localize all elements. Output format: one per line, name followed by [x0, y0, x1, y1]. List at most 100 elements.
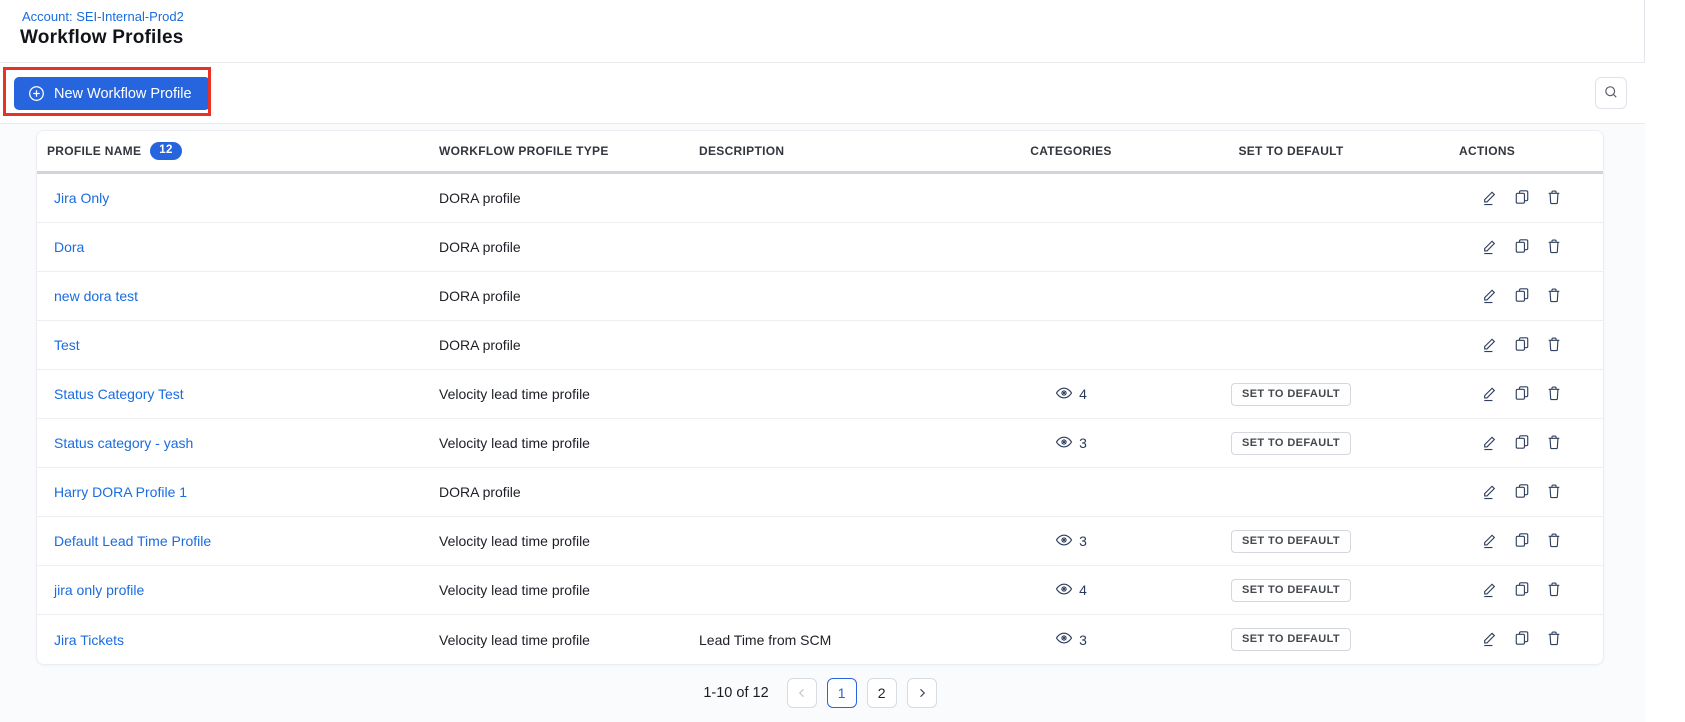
search-button[interactable]: [1595, 77, 1627, 109]
edit-button[interactable]: [1481, 335, 1499, 356]
copy-button[interactable]: [1513, 188, 1531, 209]
profile-type-cell: DORA profile: [439, 288, 699, 304]
set-default-badge[interactable]: SET TO DEFAULT: [1231, 432, 1351, 455]
copy-icon: [1513, 433, 1531, 454]
edit-button[interactable]: [1481, 629, 1499, 650]
profile-name-link[interactable]: Test: [54, 337, 80, 353]
profile-type-cell: Velocity lead time profile: [439, 386, 699, 402]
pagination-page-1-button[interactable]: 1: [827, 678, 857, 708]
delete-button[interactable]: [1545, 384, 1563, 405]
edit-pencil-icon: [1481, 482, 1499, 503]
delete-button[interactable]: [1545, 629, 1563, 650]
column-header-categories: CATEGORIES: [1001, 144, 1141, 158]
copy-button[interactable]: [1513, 335, 1531, 356]
table-row: Jira Tickets Velocity lead time profile …: [37, 615, 1603, 664]
edit-button[interactable]: [1481, 580, 1499, 601]
copy-button[interactable]: [1513, 237, 1531, 258]
edit-pencil-icon: [1481, 335, 1499, 356]
edit-button[interactable]: [1481, 384, 1499, 405]
profile-name-link[interactable]: Harry DORA Profile 1: [54, 484, 187, 500]
trash-icon: [1545, 482, 1563, 503]
profile-type-cell: Velocity lead time profile: [439, 632, 699, 648]
column-header-type: WORKFLOW PROFILE TYPE: [439, 144, 699, 158]
profile-name-link[interactable]: new dora test: [54, 288, 138, 304]
copy-button[interactable]: [1513, 433, 1531, 454]
profile-type-cell: DORA profile: [439, 484, 699, 500]
edit-button[interactable]: [1481, 237, 1499, 258]
trash-icon: [1545, 433, 1563, 454]
copy-button[interactable]: [1513, 531, 1531, 552]
categories-preview[interactable]: 3: [1055, 629, 1087, 650]
profile-name-link[interactable]: jira only profile: [54, 582, 144, 598]
delete-button[interactable]: [1545, 482, 1563, 503]
table-row: Jira Only DORA profile SET TO DEFAULT: [37, 174, 1603, 223]
trash-icon: [1545, 531, 1563, 552]
trash-icon: [1545, 286, 1563, 307]
profile-type-cell: Velocity lead time profile: [439, 582, 699, 598]
pagination-next-button[interactable]: [907, 678, 937, 708]
categories-preview[interactable]: 4: [1055, 384, 1087, 405]
delete-button[interactable]: [1545, 286, 1563, 307]
copy-icon: [1513, 531, 1531, 552]
profile-name-link[interactable]: Jira Only: [54, 190, 109, 206]
pagination-prev-button[interactable]: [787, 678, 817, 708]
page-title: Workflow Profiles: [20, 27, 184, 49]
edit-button[interactable]: [1481, 188, 1499, 209]
profile-type-cell: DORA profile: [439, 239, 699, 255]
search-icon: [1603, 84, 1619, 103]
breadcrumb[interactable]: Account: SEI-Internal-Prod2: [22, 9, 184, 24]
column-header-profile-name: PROFILE NAME 12: [37, 142, 439, 160]
new-workflow-profile-button[interactable]: New Workflow Profile: [14, 77, 210, 110]
categories-preview[interactable]: 3: [1055, 531, 1087, 552]
column-header-set-to-default: SET TO DEFAULT: [1141, 144, 1441, 158]
profile-type-cell: DORA profile: [439, 337, 699, 353]
copy-icon: [1513, 580, 1531, 601]
delete-button[interactable]: [1545, 580, 1563, 601]
delete-button[interactable]: [1545, 531, 1563, 552]
profile-name-link[interactable]: Default Lead Time Profile: [54, 533, 211, 549]
column-header-description: DESCRIPTION: [699, 144, 1001, 158]
delete-button[interactable]: [1545, 335, 1563, 356]
profile-name-link[interactable]: Jira Tickets: [54, 632, 124, 648]
eye-icon: [1055, 629, 1073, 650]
copy-button[interactable]: [1513, 629, 1531, 650]
delete-button[interactable]: [1545, 433, 1563, 454]
eye-icon: [1055, 384, 1073, 405]
toolbar: New Workflow Profile: [0, 62, 1645, 124]
categories-count: 4: [1079, 386, 1087, 402]
copy-button[interactable]: [1513, 580, 1531, 601]
copy-button[interactable]: [1513, 482, 1531, 503]
delete-button[interactable]: [1545, 237, 1563, 258]
profile-name-link[interactable]: Dora: [54, 239, 84, 255]
table-row: Harry DORA Profile 1 DORA profile SET TO…: [37, 468, 1603, 517]
copy-icon: [1513, 384, 1531, 405]
categories-preview[interactable]: 3: [1055, 433, 1087, 454]
edit-button[interactable]: [1481, 286, 1499, 307]
chevron-left-icon: [796, 687, 808, 699]
profile-name-link[interactable]: Status Category Test: [54, 386, 184, 402]
copy-button[interactable]: [1513, 384, 1531, 405]
edit-button[interactable]: [1481, 433, 1499, 454]
set-default-badge[interactable]: SET TO DEFAULT: [1231, 383, 1351, 406]
copy-button[interactable]: [1513, 286, 1531, 307]
copy-icon: [1513, 237, 1531, 258]
edit-button[interactable]: [1481, 482, 1499, 503]
delete-button[interactable]: [1545, 188, 1563, 209]
set-default-badge[interactable]: SET TO DEFAULT: [1231, 628, 1351, 651]
trash-icon: [1545, 237, 1563, 258]
profile-count-badge: 12: [150, 142, 181, 160]
set-default-badge[interactable]: SET TO DEFAULT: [1231, 579, 1351, 602]
edit-pencil-icon: [1481, 531, 1499, 552]
categories-preview[interactable]: 4: [1055, 580, 1087, 601]
pagination-range-label: 1-10 of 12: [703, 685, 768, 701]
table-row: Status category - yash Velocity lead tim…: [37, 419, 1603, 468]
profile-name-link[interactable]: Status category - yash: [54, 435, 193, 451]
profile-type-cell: Velocity lead time profile: [439, 533, 699, 549]
trash-icon: [1545, 335, 1563, 356]
column-header-actions: ACTIONS: [1441, 144, 1603, 158]
set-default-badge[interactable]: SET TO DEFAULT: [1231, 530, 1351, 553]
plus-circle-icon: [28, 85, 45, 102]
edit-button[interactable]: [1481, 531, 1499, 552]
pagination-page-2-button[interactable]: 2: [867, 678, 897, 708]
table-row: Test DORA profile SET TO DEFAULT: [37, 321, 1603, 370]
